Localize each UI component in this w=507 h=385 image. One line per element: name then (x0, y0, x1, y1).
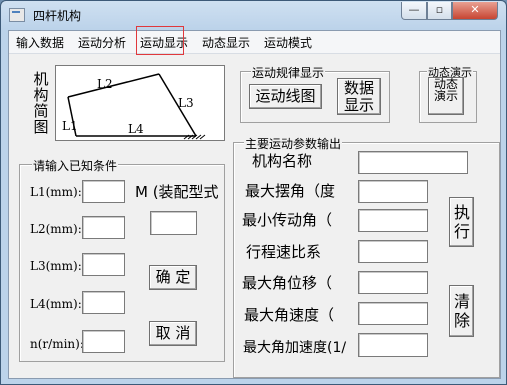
label-l3: L3 (178, 96, 194, 110)
label-l2: L2 (97, 77, 113, 91)
dynamic-demo-button[interactable]: 动态演示 (428, 77, 464, 115)
max-angular-acceleration-output (358, 333, 428, 357)
label-l4: L4 (128, 122, 144, 136)
travel-speed-ratio-output (358, 240, 428, 263)
param-label-mechanism-name: 机构名称 (252, 152, 313, 170)
param-label-max-angular-acceleration: 最大角加速度(1/ (243, 340, 347, 356)
app-icon (9, 8, 25, 22)
maximize-button[interactable]: ▫ (427, 2, 452, 20)
max-swing-angle-output (358, 180, 428, 203)
min-transmission-angle-output (358, 209, 428, 232)
param-label-travel-speed-ratio: 行程速比系 (246, 243, 322, 261)
menu-selection-highlight (136, 26, 184, 55)
speed-input[interactable] (82, 330, 125, 353)
minimize-button[interactable]: — (401, 2, 427, 20)
assembly-mode-input[interactable] (150, 211, 197, 235)
field-label-l3: L3(mm): (30, 259, 82, 273)
max-angular-displacement-output (358, 271, 428, 294)
l3-input[interactable] (82, 253, 125, 276)
mechanism-name-output (358, 151, 468, 174)
confirm-button[interactable]: 确 定 (149, 265, 197, 290)
menu-motion-mode[interactable]: 运动模式 (264, 34, 312, 51)
data-display-button[interactable]: 数据显示 (337, 78, 381, 115)
motion-curve-button[interactable]: 运动线图 (249, 84, 322, 109)
menu-dynamic-display[interactable]: 动态显示 (202, 34, 250, 51)
assembly-mode-label: M (装配型式 (135, 183, 219, 200)
field-label-l1: L1(mm): (30, 185, 82, 199)
param-label-max-angular-displacement: 最大角位移（ (242, 274, 333, 292)
cancel-button[interactable]: 取 消 (149, 321, 197, 346)
param-label-min-transmission-angle: 最小传动角（ (242, 211, 333, 229)
l2-input[interactable] (82, 216, 125, 239)
menu-input-data[interactable]: 输入数据 (16, 34, 64, 51)
field-label-l2: L2(mm): (30, 222, 82, 236)
l4-input[interactable] (82, 291, 125, 314)
mechanism-diagram: L2 L3 L1 L4 (55, 65, 225, 141)
client-area: 输入数据 运动分析 运动显示 动态显示 运动模式 机构简图 L2 L3 L1 L… (8, 26, 501, 379)
menu-bar: 输入数据 运动分析 运动显示 动态显示 运动模式 (9, 26, 500, 55)
known-conditions-title: 请输入已知条件 (32, 157, 119, 174)
motion-law-title: 运动规律显示 (251, 64, 326, 81)
main-window: 四杆机构 — ▫ ✕ 输入数据 运动分析 运动显示 动态显示 运动模式 机构简图 (0, 0, 507, 385)
menu-motion-analysis[interactable]: 运动分析 (78, 34, 126, 51)
execute-button[interactable]: 执行 (449, 197, 474, 247)
field-label-l4: L4(mm): (30, 297, 82, 311)
title-bar[interactable]: 四杆机构 — ▫ ✕ (1, 1, 506, 29)
field-label-speed: n(r/min): (30, 337, 84, 351)
mechanism-diagram-label: 机构简图 (33, 70, 49, 136)
close-button[interactable]: ✕ (452, 2, 498, 20)
param-label-max-swing-angle: 最大摆角（度 (245, 182, 336, 200)
clear-button[interactable]: 清除 (449, 285, 474, 337)
param-label-max-angular-velocity: 最大角速度（ (244, 306, 335, 324)
l1-input[interactable] (82, 180, 125, 203)
window-title: 四杆机构 (33, 9, 82, 23)
max-angular-velocity-output (358, 302, 428, 325)
label-l1: L1 (62, 119, 78, 133)
link-l2 (67, 73, 160, 98)
